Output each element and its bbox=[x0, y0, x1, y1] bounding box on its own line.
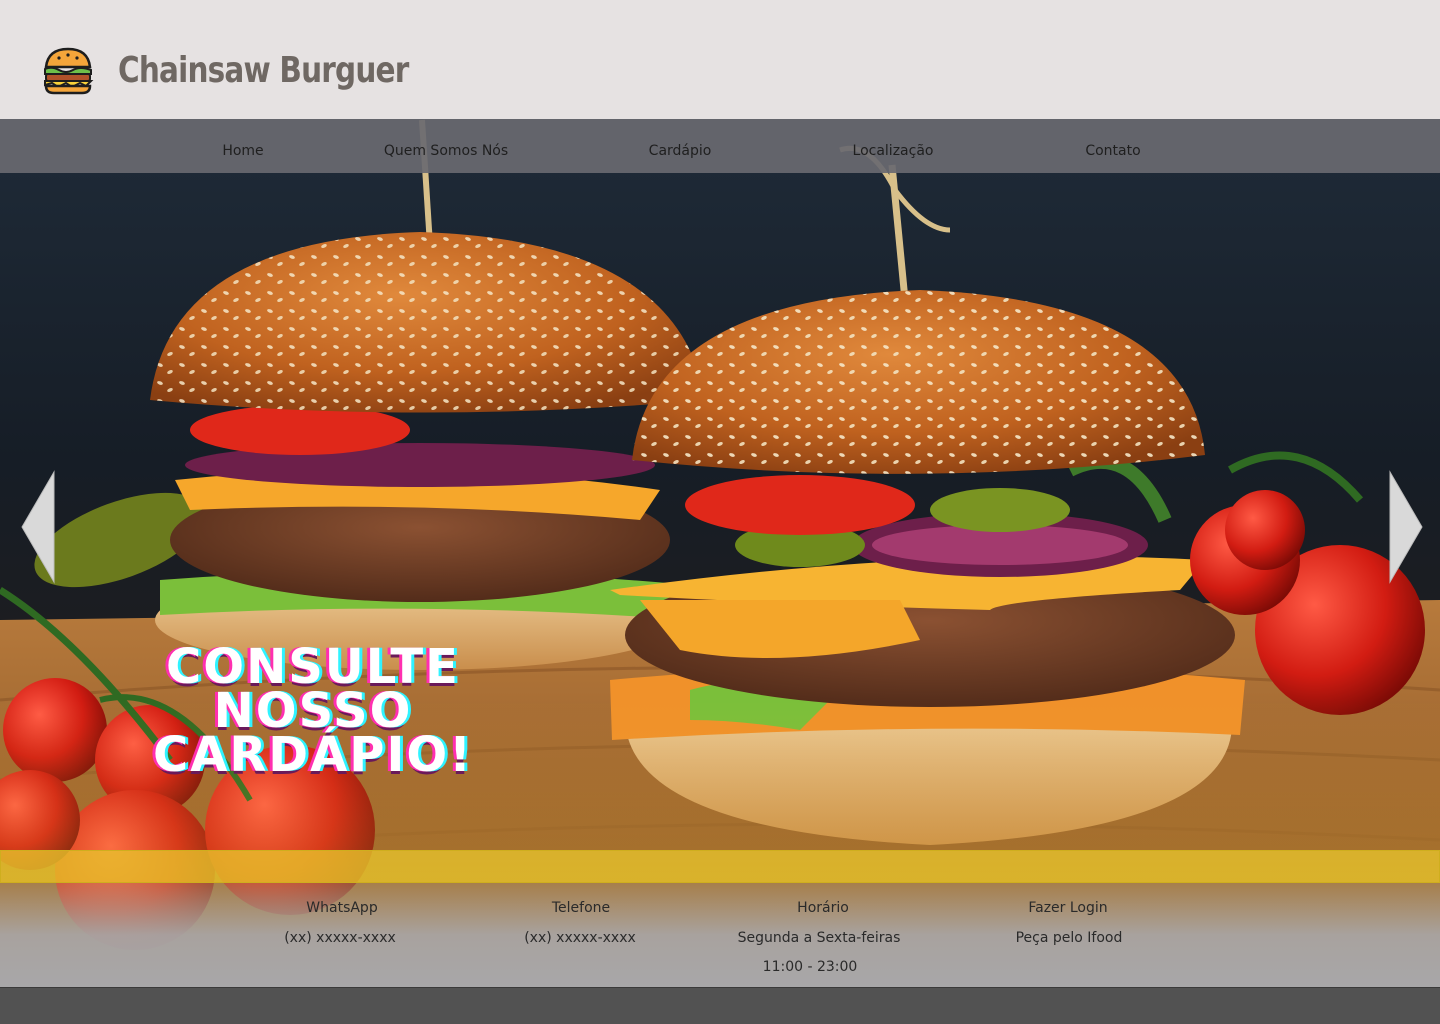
site-header: Chainsaw Burguer bbox=[0, 0, 1440, 119]
main-nav: Home Quem Somos Nós Cardápio Localização… bbox=[0, 119, 1440, 173]
accent-strip bbox=[0, 850, 1440, 883]
hours-days: Segunda a Sexta-feiras bbox=[737, 930, 901, 946]
bottom-bar bbox=[0, 987, 1440, 1024]
phone-value: (xx) xxxxx-xxxx bbox=[524, 930, 636, 946]
hours-time: 11:00 - 23:00 bbox=[762, 959, 858, 975]
hero-cta-heading[interactable]: Consulte nosso cardápio! bbox=[58, 643, 568, 779]
nav-item-menu[interactable]: Cardápio bbox=[649, 143, 712, 159]
nav-item-about[interactable]: Quem Somos Nós bbox=[384, 143, 508, 159]
whatsapp-value: (xx) xxxxx-xxxx bbox=[284, 930, 396, 946]
nav-item-home[interactable]: Home bbox=[222, 143, 263, 159]
login-link[interactable]: Fazer Login bbox=[1028, 900, 1107, 916]
brand-name[interactable]: Chainsaw Burguer bbox=[118, 50, 409, 91]
chevron-left-icon[interactable] bbox=[20, 470, 56, 584]
chevron-right-icon[interactable] bbox=[1388, 470, 1424, 584]
hours-title: Horário bbox=[797, 900, 849, 916]
info-footer: WhatsApp (xx) xxxxx-xxxx Telefone (xx) x… bbox=[0, 883, 1440, 987]
burger-icon[interactable] bbox=[42, 45, 94, 97]
ifood-link[interactable]: Peça pelo Ifood bbox=[1016, 930, 1123, 946]
nav-item-contact[interactable]: Contato bbox=[1085, 143, 1140, 159]
phone-title: Telefone bbox=[551, 900, 611, 916]
whatsapp-title[interactable]: WhatsApp bbox=[306, 900, 377, 916]
nav-item-location[interactable]: Localização bbox=[853, 143, 934, 159]
